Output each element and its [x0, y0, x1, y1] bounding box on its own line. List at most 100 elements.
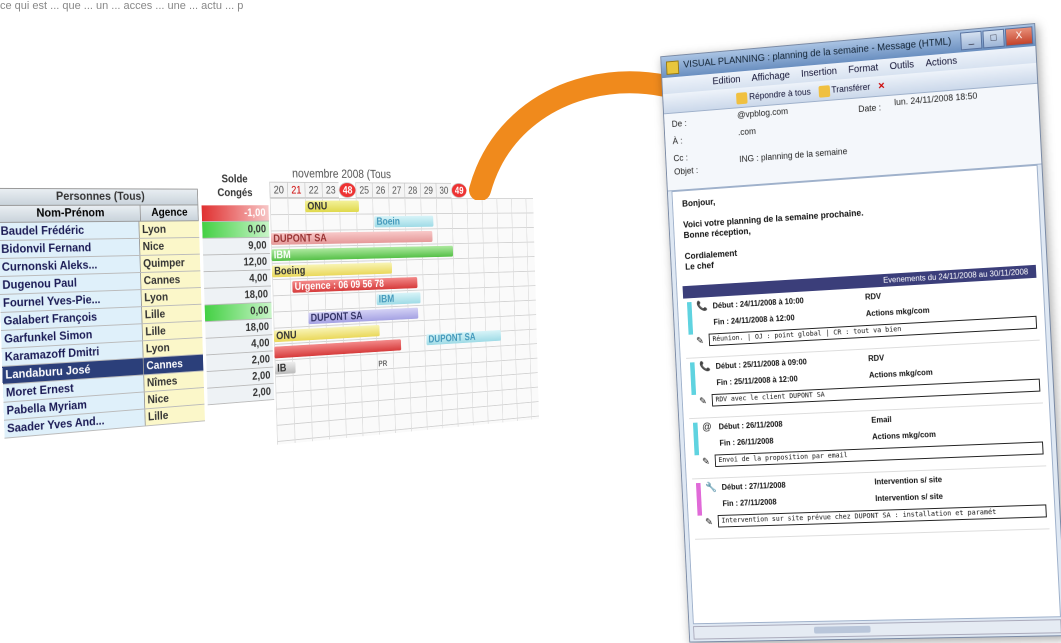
- cc-label: Cc :: [673, 153, 688, 164]
- day-header: 48: [339, 182, 356, 198]
- event-color-bar: [690, 362, 696, 395]
- leave-balance-value: 12,00: [203, 254, 270, 272]
- events-list: 📞 Début : 24/11/2008 à 10:00 Fin : 24/11/2…: [678, 277, 1056, 539]
- event-category: Actions mkg/com: [869, 368, 933, 380]
- memo-icon: ✎: [705, 517, 713, 528]
- persons-list: Personnes (Tous) Nom-Prénom Agence Baude…: [0, 188, 205, 439]
- calendar-rows[interactable]: ONU Boein DUPONT SA IBM Boeing Urgence :…: [270, 198, 539, 445]
- phone-icon: 📞: [696, 301, 708, 312]
- bar-dupont-3[interactable]: DUPONT SA: [426, 330, 501, 345]
- event-category: Intervention s/ site: [875, 492, 943, 503]
- name-column-header[interactable]: Nom-Prénom: [0, 206, 140, 222]
- reply-all-icon: [736, 92, 748, 104]
- leave-balance-column: Solde Congés -1,00 0,00 9,00 12,00 4,00 18,00…: [200, 170, 274, 405]
- leave-balance-header: Solde Congés: [200, 170, 268, 205]
- event-start: Début : 25/11/2008 à 09:00: [715, 357, 807, 370]
- forward-icon: [818, 85, 830, 98]
- event-category: Actions mkg/com: [872, 430, 936, 441]
- day-header: 26: [372, 182, 389, 198]
- person-agency: Quimper: [140, 255, 201, 272]
- event-end: Fin : 25/11/2008 à 12:00: [716, 374, 798, 387]
- event-end: Fin : 27/11/2008: [722, 498, 776, 509]
- mail-body[interactable]: Bonjour, Voici votre planning de la sema…: [671, 165, 1061, 625]
- from-value: @vpblog.com: [737, 106, 788, 120]
- bar-ibm[interactable]: IBM: [271, 246, 453, 261]
- bar-dupont-2[interactable]: DUPONT SA: [308, 308, 418, 325]
- event-type: Intervention s/ site: [874, 475, 942, 486]
- top-cut-text: ce qui est ... que ... un ... acces ... …: [0, 0, 243, 12]
- event-color-bar: [687, 302, 693, 335]
- memo-icon: ✎: [696, 336, 704, 347]
- menu-item[interactable]: Actions: [925, 53, 957, 72]
- event-category: Actions mkg/com: [866, 306, 930, 318]
- event-end: Fin : 26/11/2008: [719, 437, 773, 448]
- event-start: Début : 26/11/2008: [718, 420, 782, 431]
- bar-onu[interactable]: ONU: [305, 201, 359, 213]
- close-button[interactable]: X: [1005, 26, 1033, 46]
- event-start: Début : 24/11/2008 à 10:00: [712, 296, 803, 310]
- bar-boeing[interactable]: Boeing: [272, 262, 392, 277]
- minimize-button[interactable]: _: [960, 31, 982, 51]
- bar-ibm-2[interactable]: IBM: [376, 292, 420, 305]
- date-label: Date :: [858, 102, 881, 114]
- event-item: 🔧 Début : 27/11/2008 Fin : 27/11/2008 Inter…: [692, 466, 1049, 539]
- event-type: RDV: [868, 354, 884, 364]
- from-label: De :: [672, 118, 687, 129]
- day-header: 20: [269, 182, 287, 198]
- tool-icon: 🔧: [705, 482, 717, 493]
- persons-header[interactable]: Personnes (Tous): [0, 188, 198, 206]
- day-header: 21: [287, 182, 305, 198]
- leave-balance-value: 9,00: [203, 238, 270, 256]
- bar-dupont[interactable]: DUPONT SA: [271, 231, 433, 245]
- day-header: 22: [304, 182, 322, 198]
- event-end: Fin : 24/11/2008 à 12:00: [713, 313, 795, 326]
- person-agency: Lyon: [141, 288, 202, 306]
- person-agency: Cannes: [140, 271, 201, 289]
- event-start: Début : 27/11/2008: [722, 481, 786, 492]
- delete-icon[interactable]: ✕: [877, 76, 885, 96]
- leave-balance-value: -1,00: [202, 205, 269, 222]
- bar-boeing-short[interactable]: Boein: [374, 216, 433, 228]
- bar-red-empty[interactable]: [274, 339, 401, 358]
- bar-onu-2[interactable]: ONU: [274, 325, 380, 342]
- person-agency: Lille: [144, 405, 205, 426]
- day-header: 23: [322, 182, 339, 198]
- day-header: 28: [404, 183, 420, 198]
- agency-column-header[interactable]: Agence: [140, 205, 198, 220]
- menu-item[interactable]: Format: [848, 60, 879, 79]
- day-header: 25: [355, 182, 372, 198]
- phone-icon: 📞: [699, 361, 711, 372]
- email-icon: @: [702, 422, 712, 433]
- message-icon: [666, 60, 679, 74]
- bar-ib[interactable]: IB: [275, 362, 296, 375]
- event-type: RDV: [865, 292, 881, 302]
- day-header: 27: [388, 183, 404, 198]
- pr-badge: PR: [378, 360, 387, 367]
- leave-balance-value: 0,00: [202, 221, 269, 238]
- subject-label: Objet :: [674, 165, 699, 176]
- email-window: VISUAL PLANNING : planning de la semaine…: [660, 23, 1061, 643]
- persons-column-headers: Nom-Prénom Agence: [0, 205, 199, 223]
- event-color-bar: [693, 423, 699, 456]
- event-memo: Intervention sur site prévue chez DUPONT…: [718, 504, 1047, 527]
- to-value: .com: [738, 126, 756, 137]
- maximize-button[interactable]: □: [982, 29, 1004, 49]
- scroll-thumb[interactable]: [814, 626, 871, 634]
- menu-item[interactable]: Outils: [889, 56, 914, 75]
- person-agency: Nice: [139, 238, 200, 255]
- person-agency: Lyon: [138, 221, 199, 238]
- person-name: Baudel Frédéric: [0, 222, 139, 240]
- person-agency: Lille: [141, 305, 202, 324]
- day-header: 29: [420, 183, 436, 198]
- leave-balance-value: 2,00: [207, 384, 274, 406]
- memo-icon: ✎: [702, 457, 710, 468]
- person-name: Bidonvil Fernand: [0, 239, 139, 258]
- window-controls: _ □ X: [960, 26, 1033, 50]
- event-type: Email: [871, 415, 892, 425]
- event-color-bar: [696, 483, 702, 516]
- memo-icon: ✎: [699, 396, 707, 407]
- calendar-grid: novembre 2008 (Tous 20 21 22 23 48 25 26 27 28 29…: [269, 164, 539, 445]
- bar-urgence[interactable]: Urgence : 06 09 56 78: [292, 277, 417, 293]
- to-label: À :: [672, 136, 682, 146]
- subject-value: ING : planning de la semaine: [739, 146, 847, 164]
